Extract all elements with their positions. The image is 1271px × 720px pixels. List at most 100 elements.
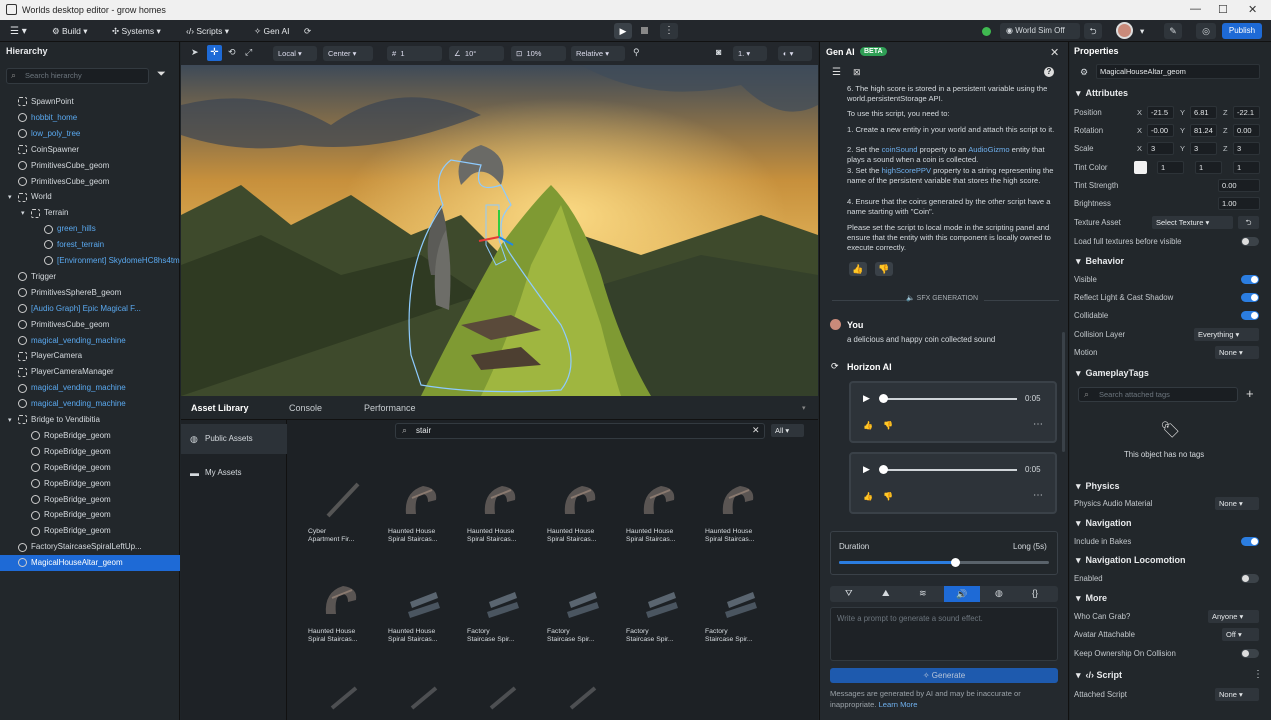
hierarchy-row[interactable]: PlayerCamera (0, 348, 180, 364)
asset-thumbnail[interactable] (636, 578, 686, 622)
audio-1-dislike-icon[interactable]: 👎 (883, 421, 893, 430)
select-tool-icon[interactable]: ➤ (191, 47, 199, 58)
learn-more-link[interactable]: Learn More (879, 700, 918, 709)
asset-label[interactable]: Haunted House Spiral Staircas... (388, 528, 460, 544)
audio-1-track[interactable] (881, 398, 1017, 400)
physics-header[interactable]: ▾ Physics (1076, 481, 1120, 492)
gameplay-tags-header[interactable]: ▾ GameplayTags (1076, 368, 1149, 379)
audio-1-more-icon[interactable]: ⋯ (1033, 419, 1043, 430)
asset-thumbnail[interactable] (636, 478, 686, 522)
asset-label[interactable]: Haunted House Spiral Staircas... (626, 528, 698, 544)
motion-dropdown[interactable]: None ▾ (1215, 346, 1259, 359)
systems-menu[interactable]: ✣ Systems ▾ (112, 26, 161, 37)
asset-label[interactable]: Factory Staircase Spir... (467, 628, 539, 644)
asset-label[interactable]: Haunted House Spiral Staircas... (308, 628, 380, 644)
attached-script-dropdown[interactable]: None ▾ (1215, 688, 1259, 701)
entity-name-field[interactable]: MagicalHouseAltar_geom (1096, 64, 1260, 79)
tint-strength-field[interactable]: 0.00 (1218, 179, 1260, 192)
audio-2-more-icon[interactable]: ⋯ (1033, 490, 1043, 501)
behavior-header[interactable]: ▾ Behavior (1076, 256, 1124, 267)
asset-label[interactable]: Haunted House Spiral Staircas... (467, 528, 539, 544)
tags-search-input[interactable]: Search attached tags (1078, 387, 1238, 402)
3d-viewport[interactable] (181, 65, 818, 396)
tab-asset-library[interactable]: Asset Library (191, 403, 249, 413)
expand-chevron-icon[interactable]: ▾ (8, 190, 18, 205)
more-options-icon[interactable]: ⋮ (660, 23, 678, 39)
scripts-menu[interactable]: ‹/› Scripts ▾ (186, 26, 229, 37)
collidable-toggle[interactable] (1241, 311, 1259, 320)
asset-label[interactable]: Haunted House Spiral Staircas... (705, 528, 777, 544)
hierarchy-row[interactable]: PlayerCameraManager (0, 364, 180, 380)
attributes-header[interactable]: ▾ Attributes (1076, 88, 1128, 99)
undo-icon[interactable]: ⮌ (1084, 23, 1102, 39)
asset-thumbnail[interactable] (398, 674, 448, 714)
more-header[interactable]: ▾ More (1076, 593, 1107, 604)
scale-tool-icon[interactable]: ⤢ (245, 47, 252, 58)
audio-2-track[interactable] (881, 469, 1017, 471)
genai-extra-icon[interactable]: ⟳ (304, 26, 311, 37)
avatar-dropdown-icon[interactable]: ▾ (1140, 26, 1144, 37)
scale-y[interactable]: 3 (1190, 142, 1217, 155)
hierarchy-row[interactable]: hobbit_home (0, 110, 180, 126)
asset-thumbnail[interactable] (398, 578, 448, 622)
move-tool-icon[interactable]: ✛ (207, 45, 222, 61)
hierarchy-search-input[interactable]: Search hierarchy (6, 68, 149, 84)
hierarchy-row[interactable]: [Audio Graph] Epic Magical F... (0, 301, 180, 317)
duration-slider-track[interactable] (839, 561, 1049, 564)
genai-menu[interactable]: ✧ Gen AI (254, 26, 289, 37)
asset-thumbnail[interactable] (477, 478, 527, 522)
hierarchy-row[interactable]: PrimitivesCube_geom (0, 317, 180, 333)
asset-thumbnail[interactable] (318, 478, 368, 522)
hierarchy-row[interactable]: RopeBridge_geom (0, 428, 180, 444)
asset-thumbnail[interactable] (557, 478, 607, 522)
hierarchy-row[interactable]: SpawnPoint (0, 94, 180, 110)
script-more-icon[interactable]: ⋮ (1253, 669, 1263, 680)
hierarchy-row[interactable]: magical_vending_machine (0, 396, 180, 412)
keep-ownership-toggle[interactable] (1241, 649, 1259, 658)
collapse-icon[interactable]: ▾ (802, 404, 806, 412)
asset-thumbnail[interactable] (318, 578, 368, 622)
texture-select-dropdown[interactable]: Select Texture ▾ (1152, 216, 1233, 229)
script-header[interactable]: ▾ ‹/› Script (1076, 670, 1122, 681)
center-dropdown[interactable]: Center ▾ (323, 46, 373, 61)
rotation-y[interactable]: 81.24 (1190, 124, 1217, 137)
play-audio-2-icon[interactable]: ▶ (863, 464, 870, 475)
audio-1-like-icon[interactable]: 👍 (863, 421, 873, 430)
list-icon[interactable]: ☰ (832, 67, 841, 78)
audio-2-like-icon[interactable]: 👍 (863, 492, 873, 501)
rotation-z[interactable]: 0.00 (1233, 124, 1260, 137)
play-button[interactable]: ▶ (614, 23, 632, 39)
asset-thumbnail[interactable] (715, 478, 765, 522)
chat-scrollbar[interactable] (1062, 332, 1065, 452)
navigation-header[interactable]: ▾ Navigation (1076, 518, 1132, 529)
asset-label[interactable]: Cyber Apartment Fir... (308, 528, 380, 544)
maximize-icon[interactable]: ☐ (1218, 3, 1228, 16)
hierarchy-row[interactable]: ▾ World (0, 189, 180, 205)
publish-button[interactable]: Publish (1222, 23, 1262, 39)
asset-thumbnail[interactable] (477, 578, 527, 622)
hierarchy-row[interactable]: RopeBridge_geom (0, 444, 180, 460)
camera-speed-dropdown[interactable]: 1. ▾ (733, 46, 767, 61)
nav-locomotion-header[interactable]: ▾ Navigation Locomotion (1076, 555, 1186, 566)
asset-thumbnail[interactable] (398, 478, 448, 522)
collision-layer-dropdown[interactable]: Everything ▾ (1194, 328, 1259, 341)
category-sound-icon[interactable]: 🔊 (944, 586, 980, 602)
duration-slider-knob[interactable] (950, 558, 960, 567)
asset-filter-dropdown[interactable]: All ▾ (771, 424, 804, 437)
hierarchy-row[interactable]: PrimitivesCube_geom (0, 158, 180, 174)
load-full-toggle[interactable] (1241, 237, 1259, 246)
tint-color-swatch[interactable] (1134, 161, 1147, 174)
include-bakes-toggle[interactable] (1241, 537, 1259, 546)
asset-thumbnail[interactable] (318, 674, 368, 714)
help-icon[interactable]: ? (1044, 67, 1054, 77)
close-window-icon[interactable]: ✕ (1248, 3, 1257, 16)
scale-x[interactable]: 3 (1147, 142, 1174, 155)
hierarchy-row[interactable]: [Environment] SkydomeHC8hs4tmrachaufs (0, 253, 180, 269)
tab-performance[interactable]: Performance (364, 403, 416, 413)
sidebar-item-my-assets[interactable]: ▬ My Assets (181, 458, 287, 488)
hierarchy-row[interactable]: low_poly_tree (0, 126, 180, 142)
visible-toggle[interactable] (1241, 275, 1259, 284)
asset-label[interactable]: Haunted House Spiral Staircas... (388, 628, 460, 644)
hierarchy-row[interactable]: CoinSpawner (0, 142, 180, 158)
clear-search-icon[interactable]: ✕ (752, 425, 760, 436)
